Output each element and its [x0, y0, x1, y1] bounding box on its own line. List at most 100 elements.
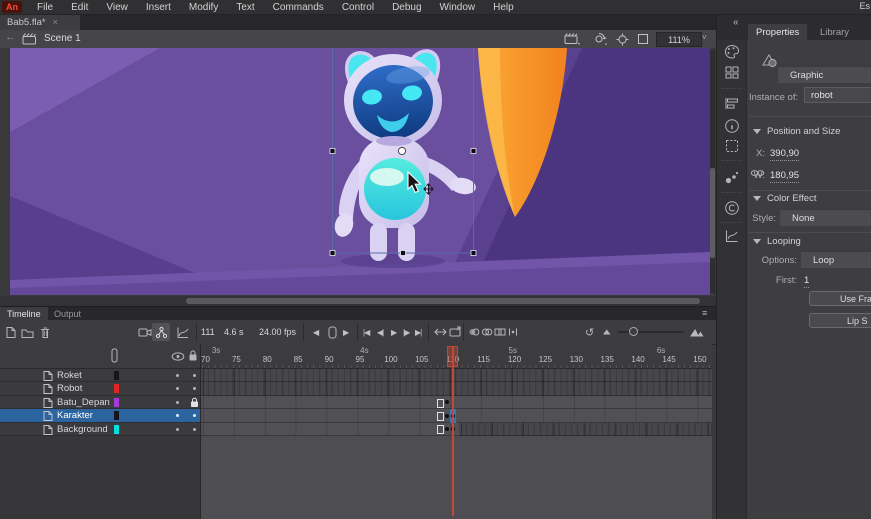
back-arrow-icon[interactable]: ← [5, 31, 16, 43]
style-select[interactable]: None [780, 209, 871, 226]
play-icon[interactable]: ▶ [391, 320, 396, 344]
motion-editor-panel-icon[interactable] [724, 228, 740, 244]
stage-horizontal-scrollbar-thumb[interactable] [186, 298, 700, 304]
use-frame-picker-button[interactable]: Use Fra [809, 291, 871, 306]
keyframe-dot[interactable] [445, 427, 449, 431]
menu-help[interactable]: Help [484, 2, 523, 13]
first-frame-value[interactable]: 1 [804, 275, 809, 288]
layer-lock-dot[interactable] [193, 414, 196, 417]
step-back-one-frame-icon[interactable]: ◀| [377, 320, 383, 344]
playhead-marker[interactable] [447, 346, 459, 367]
step-back-icon[interactable]: ◀ [313, 320, 318, 344]
show-layer-depth-icon[interactable] [176, 320, 189, 344]
menu-control[interactable]: Control [333, 2, 383, 13]
onion-skin-outlines-icon[interactable] [481, 320, 493, 344]
chevron-down-icon[interactable]: ˅ [702, 33, 707, 42]
frame-row-empty[interactable] [459, 423, 712, 436]
tab-output[interactable]: Output [47, 307, 88, 321]
workspace-switcher[interactable]: Es [859, 1, 870, 11]
w-value[interactable]: 180,95 [770, 170, 799, 183]
layer-grid-divider[interactable] [200, 344, 201, 519]
transform-panel-icon[interactable] [724, 138, 740, 154]
edit-symbols-icon[interactable] [592, 32, 608, 46]
layer-visibility-dot[interactable] [176, 374, 179, 377]
loop-range-icon[interactable] [449, 320, 462, 344]
x-value[interactable]: 390,90 [770, 148, 799, 161]
menu-commands[interactable]: Commands [264, 2, 333, 13]
layer-row-batu_depan[interactable]: Batu_Depan [0, 396, 200, 409]
color-effect-section-title[interactable]: Color Effect [767, 193, 816, 204]
collapse-panels-icon[interactable]: « [733, 17, 739, 28]
cc-libraries-panel-icon[interactable] [724, 200, 740, 216]
layer-lock-dot[interactable] [193, 387, 196, 390]
layer-visibility-dot[interactable] [176, 401, 179, 404]
selection-handle[interactable] [401, 251, 406, 256]
stage-vertical-scrollbar-thumb[interactable] [710, 168, 715, 258]
playhead-line[interactable] [452, 346, 454, 516]
document-tab[interactable]: Bab5.fla* × [0, 14, 80, 30]
swatches-panel-icon[interactable] [724, 65, 740, 80]
current-frame-field[interactable]: 111 [201, 320, 215, 346]
stage-pasteboard[interactable] [0, 48, 716, 296]
frame-rate-field[interactable]: 24.00 fps [259, 320, 296, 346]
collapse-triangle-icon[interactable] [753, 196, 761, 201]
new-layer-icon[interactable] [4, 320, 17, 344]
delete-layer-icon[interactable] [39, 320, 51, 344]
layer-row-background[interactable]: Background [0, 423, 200, 436]
modify-markers-icon[interactable] [507, 320, 519, 344]
keyframe-hollow[interactable] [437, 399, 444, 408]
menu-debug[interactable]: Debug [383, 2, 430, 13]
frame-row-filled[interactable] [201, 423, 459, 436]
menu-text[interactable]: Text [227, 2, 263, 13]
elapsed-time-field[interactable]: 4.6 s [224, 320, 244, 346]
layer-lock-icon[interactable] [190, 397, 199, 408]
frame-row-empty[interactable] [201, 382, 712, 395]
center-playhead-icon[interactable] [434, 320, 447, 344]
eye-column-icon[interactable] [171, 352, 185, 361]
add-camera-icon[interactable] [138, 320, 152, 344]
layer-visibility-dot[interactable] [176, 414, 179, 417]
layer-row-roket[interactable]: Roket [0, 369, 200, 382]
timeline-zoom-out-icon[interactable] [603, 320, 611, 344]
step-forward-icon[interactable]: ▶ [343, 320, 348, 344]
keyframe-hollow[interactable] [437, 425, 444, 434]
center-frame-icon[interactable] [616, 33, 629, 46]
frame-row-filled[interactable] [201, 409, 712, 422]
layer-outline-swatch[interactable] [114, 398, 119, 407]
align-panel-icon[interactable] [724, 96, 740, 111]
panel-menu-icon[interactable]: ≡ [702, 308, 707, 318]
selection-handle[interactable] [330, 149, 335, 154]
selection-handle[interactable] [471, 149, 476, 154]
menu-edit[interactable]: Edit [62, 2, 97, 13]
info-panel-icon[interactable] [724, 118, 740, 134]
clip-content-icon[interactable] [637, 33, 649, 45]
instance-name-field[interactable]: robot [804, 87, 871, 103]
tab-timeline[interactable]: Timeline [0, 307, 48, 321]
brush-library-panel-icon[interactable] [724, 170, 740, 185]
layer-outline-swatch[interactable] [114, 425, 119, 434]
collapse-triangle-icon[interactable] [753, 239, 761, 244]
collapse-triangle-icon[interactable] [753, 129, 761, 134]
position-size-section-title[interactable]: Position and Size [767, 126, 840, 137]
timeline-zoom-slider[interactable] [618, 331, 684, 333]
edit-scene-icon[interactable] [564, 32, 580, 45]
keyframe-hollow[interactable] [437, 412, 444, 421]
tab-properties[interactable]: Properties [748, 24, 807, 40]
layer-lock-dot[interactable] [193, 428, 196, 431]
go-to-first-frame-icon[interactable]: |◀ [363, 320, 369, 344]
menu-file[interactable]: File [28, 2, 62, 13]
keyframe-dot[interactable] [445, 414, 449, 418]
menu-modify[interactable]: Modify [180, 2, 227, 13]
show-parenting-view-button[interactable] [152, 323, 170, 341]
step-forward-one-frame-icon[interactable]: |▶ [403, 320, 409, 344]
symbol-type-select[interactable]: Graphic [778, 66, 871, 83]
looping-section-title[interactable]: Looping [767, 236, 801, 247]
layer-row-karakter[interactable]: Karakter [0, 409, 200, 422]
layer-visibility-dot[interactable] [176, 428, 179, 431]
layer-outline-swatch[interactable] [114, 384, 119, 393]
timeline-zoom-slider-handle[interactable] [629, 327, 638, 336]
tab-library[interactable]: Library [812, 24, 857, 40]
new-folder-icon[interactable] [21, 320, 34, 344]
frame-row-filled[interactable] [201, 396, 712, 409]
layer-lock-dot[interactable] [193, 374, 196, 377]
